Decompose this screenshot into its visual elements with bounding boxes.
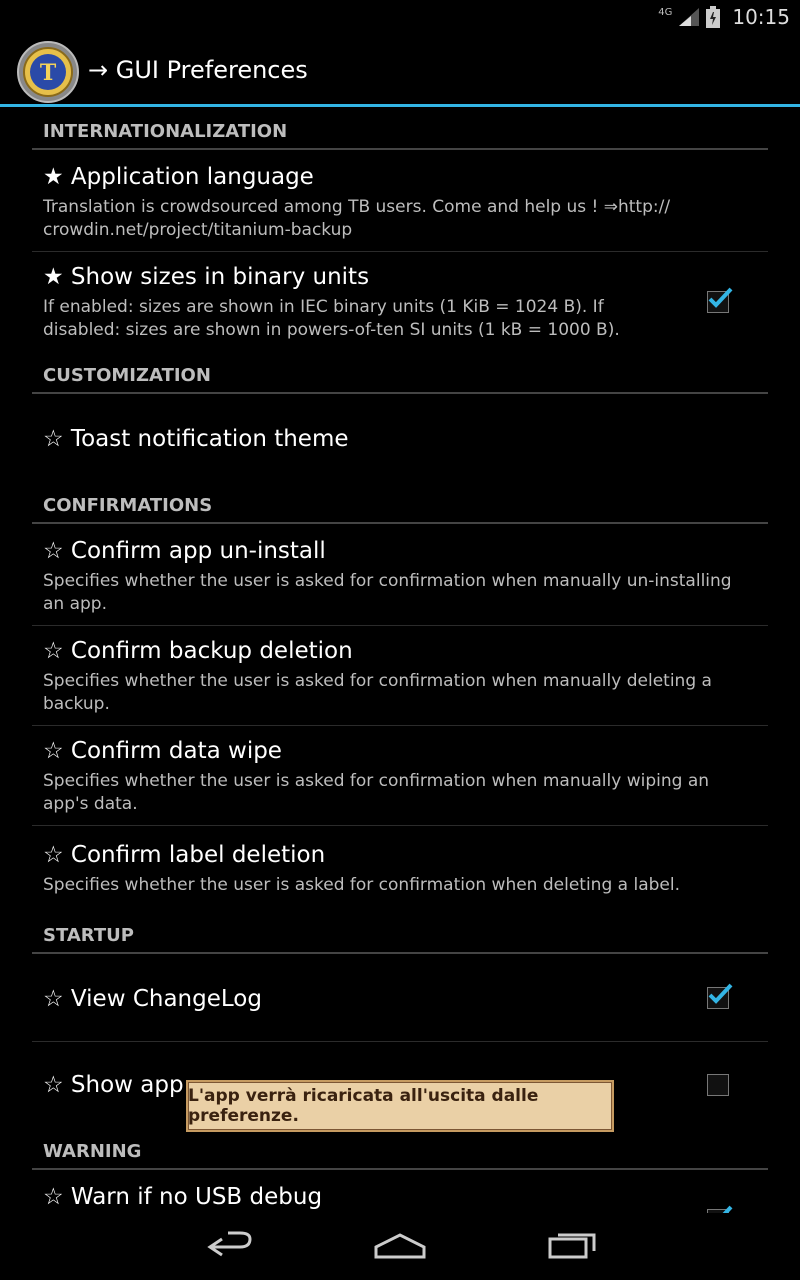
pref-title: ☆ Show app [43, 1072, 184, 1098]
pref-summary: Specifies whether the user is asked for … [43, 571, 732, 614]
check-icon [708, 287, 733, 308]
network-type: 4G [658, 6, 673, 18]
titanium-backup-icon[interactable]: T [17, 41, 79, 103]
check-icon [708, 983, 733, 1004]
pref-title: ★ Show sizes in binary units [43, 264, 370, 290]
view-changelog-checkbox[interactable] [707, 983, 733, 1009]
navigation-bar [0, 1213, 800, 1280]
section-startup: STARTUP [43, 925, 134, 946]
pref-title: ★ Application language [43, 164, 314, 190]
section-customization: CUSTOMIZATION [43, 365, 211, 386]
pref-summary: Translation is crowdsourced among TB use… [43, 197, 671, 240]
pref-title: ☆ Warn if no USB debug [43, 1184, 323, 1210]
signal-icon [679, 8, 700, 26]
pref-confirm-label-deletion[interactable] [32, 826, 768, 916]
status-bar: 4G 10:15 [0, 0, 800, 34]
section-confirmations: CONFIRMATIONS [43, 495, 213, 516]
status-icons: 4G 10:15 [658, 4, 790, 30]
toast-notification: L'app verrà ricaricata all'uscita dalle … [186, 1080, 614, 1132]
section-warning: WARNING [43, 1141, 142, 1162]
show-app-list-checkbox[interactable] [707, 1074, 729, 1096]
pref-title: ☆ Confirm app un-install [43, 538, 326, 564]
home-icon[interactable] [370, 1225, 430, 1265]
pref-summary: Specifies whether the user is asked for … [43, 875, 680, 895]
pref-title: ☆ View ChangeLog [43, 986, 262, 1012]
binary-units-checkbox[interactable] [707, 287, 733, 313]
svg-text:T: T [40, 60, 57, 86]
pref-title: ☆ Confirm data wipe [43, 738, 282, 764]
pref-summary: If enabled: sizes are shown in IEC binar… [43, 297, 620, 340]
pref-summary: Specifies whether the user is asked for … [43, 771, 710, 814]
pref-title: ☆ Confirm label deletion [43, 842, 326, 868]
battery-icon [706, 6, 721, 28]
check-icon [722, 1205, 733, 1213]
action-bar: T → GUI Preferences [0, 34, 800, 106]
toast-message: L'app verrà ricaricata all'uscita dalle … [188, 1086, 539, 1126]
pref-title: ☆ Confirm backup deletion [43, 638, 353, 664]
pref-title: ☆ Toast notification theme [43, 426, 349, 452]
back-icon[interactable] [200, 1225, 260, 1265]
clock: 10:15 [732, 5, 790, 29]
section-internationalization: INTERNATIONALIZATION [43, 121, 288, 142]
page-title: → GUI Preferences [88, 56, 308, 84]
pref-summary: Specifies whether the user is asked for … [43, 671, 712, 714]
preferences-list[interactable]: INTERNATIONALIZATION ★ Application langu… [0, 107, 800, 1213]
recents-icon[interactable] [540, 1225, 600, 1265]
